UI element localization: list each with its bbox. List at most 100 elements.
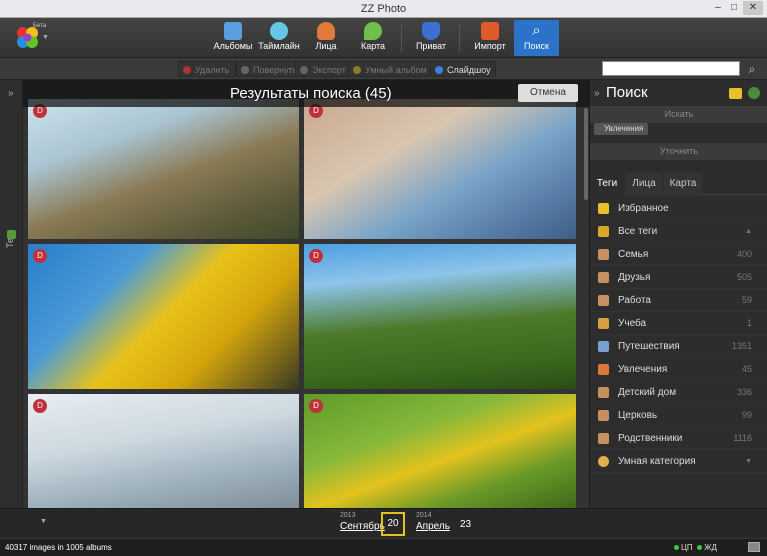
export-button[interactable]: Экспорт	[295, 61, 353, 77]
albums-icon	[224, 22, 242, 40]
chevron-down-icon[interactable]: ▼	[42, 34, 49, 41]
tag-row[interactable]: Друзья 505	[590, 266, 767, 289]
nav-label: Карта	[360, 41, 386, 51]
tag-row[interactable]: Церковь 99	[590, 404, 767, 427]
tag-icon	[598, 249, 609, 260]
search-panel-header: » Поиск	[590, 80, 767, 106]
search-chip[interactable]: Увлечения	[594, 123, 649, 135]
shield-icon	[422, 22, 440, 40]
search-icon[interactable]: ⌕	[744, 61, 760, 77]
slideshow-button[interactable]: Слайдшоу	[430, 61, 496, 77]
tag-icon	[598, 410, 609, 421]
photo-thumbnail[interactable]: D	[28, 244, 299, 389]
delete-button[interactable]: Удалить	[178, 61, 237, 77]
nav-import[interactable]: Импорт	[470, 20, 510, 56]
scrollbar[interactable]	[584, 108, 588, 200]
nav-private[interactable]: Приват	[412, 20, 450, 56]
beta-label: Бета	[33, 23, 47, 29]
photo-badge: D	[33, 399, 47, 413]
tab-faces[interactable]: Лица	[625, 173, 663, 195]
nav-timeline[interactable]: Таймлайн	[258, 20, 300, 56]
timeline-selected-day[interactable]: 20	[381, 512, 405, 536]
folder-icon[interactable]	[729, 88, 742, 99]
results-bar: Результаты поиска (45) Отмена	[23, 80, 589, 107]
hdd-status-icon	[697, 545, 703, 550]
tag-icon	[598, 364, 609, 375]
tag-icon	[7, 230, 16, 239]
photo-badge: D	[33, 249, 47, 263]
find-button[interactable]: Искать	[590, 106, 767, 123]
photo-thumbnail[interactable]: D	[304, 99, 576, 239]
tag-icon	[598, 272, 609, 283]
cancel-button[interactable]: Отмена	[518, 84, 578, 102]
maximize-button[interactable]: □	[727, 1, 741, 15]
star-icon	[598, 203, 609, 214]
title-bar: ZZ Photo	[0, 0, 767, 18]
tag-row[interactable]: Родственники 1116	[590, 427, 767, 450]
expand-icon[interactable]: »	[8, 88, 14, 99]
play-icon	[435, 66, 443, 74]
nav-label: Поиск	[524, 41, 549, 51]
tags-panel-tab[interactable]: Теги	[5, 208, 19, 248]
face-icon	[317, 22, 335, 40]
tag-row-all-tags[interactable]: Все теги ▲	[590, 220, 767, 243]
chevron-down-icon[interactable]: ▼	[40, 518, 47, 525]
nav-albums[interactable]: Альбомы	[212, 20, 254, 56]
nav-search[interactable]: ⌕ Поиск	[514, 20, 559, 56]
tag-row-favorites[interactable]: Избранное	[590, 197, 767, 220]
clock-icon	[270, 22, 288, 40]
export-icon	[300, 66, 308, 74]
main-toolbar: Бета ▼ Альбомы Таймлайн Лица Карта Прива…	[0, 18, 767, 58]
timeline-year: 2013	[340, 512, 356, 519]
tab-tags[interactable]: Теги	[590, 173, 624, 195]
close-button[interactable]: ✕	[743, 1, 763, 15]
tag-row-smart-category[interactable]: Умная категория ▼	[590, 450, 767, 473]
photo-thumbnail[interactable]: D	[28, 99, 299, 239]
delete-icon	[183, 66, 191, 74]
refine-button[interactable]: Уточнить	[590, 143, 767, 160]
timeline-bar: ▼ 2013 Сентябрь 20 2014 Апрель 23	[0, 508, 767, 538]
photo-badge: D	[309, 249, 323, 263]
search-panel-title: Поиск	[606, 84, 648, 101]
tag-row[interactable]: Увлечения 45	[590, 358, 767, 381]
results-title: Результаты поиска (45)	[230, 85, 392, 102]
tag-row[interactable]: Семья 400	[590, 243, 767, 266]
tag-row[interactable]: Детский дом 336	[590, 381, 767, 404]
nav-faces[interactable]: Лица	[310, 20, 342, 56]
search-panel: » Поиск Искать Увлечения Уточнить Теги Л…	[589, 80, 767, 508]
photo-grid: Результаты поиска (45) Отмена D D D D D …	[23, 80, 589, 508]
collapse-icon[interactable]: »	[594, 88, 600, 99]
tag-row[interactable]: Путешествия 1351	[590, 335, 767, 358]
nav-label: Лица	[315, 41, 337, 51]
chevron-down-icon[interactable]: ▼	[745, 450, 752, 473]
status-bar: 40317 images in 1005 albums ЦП ЖД	[0, 538, 767, 556]
app-title: ZZ Photo	[360, 3, 407, 15]
image-icon[interactable]	[748, 542, 760, 552]
photo-thumbnail[interactable]: D	[28, 394, 299, 508]
status-indicators: ЦП ЖД	[674, 539, 717, 556]
timeline-day[interactable]: 23	[460, 519, 471, 530]
nav-label: Альбомы	[213, 41, 253, 51]
photo-thumbnail[interactable]: D	[304, 244, 576, 389]
nav-label: Импорт	[474, 41, 506, 51]
chevron-up-icon[interactable]: ▲	[745, 220, 752, 243]
tag-row[interactable]: Учеба 1	[590, 312, 767, 335]
cpu-status-icon	[674, 545, 679, 550]
smart-album-button[interactable]: Умный альбом	[348, 61, 434, 77]
left-panel: » Теги	[0, 80, 23, 508]
timeline-year: 2014	[416, 512, 432, 519]
nav-map[interactable]: Карта	[356, 20, 390, 56]
rotate-icon	[241, 66, 249, 74]
folder-icon	[598, 226, 609, 237]
nav-label: Таймлайн	[258, 41, 300, 51]
photo-thumbnail[interactable]: D	[304, 394, 576, 508]
panel-tabs: Теги Лица Карта	[590, 173, 767, 195]
timeline-month[interactable]: Апрель	[416, 521, 450, 532]
settings-icon[interactable]	[748, 87, 760, 99]
photo-badge: D	[309, 399, 323, 413]
tag-row[interactable]: Работа 59	[590, 289, 767, 312]
tab-map[interactable]: Карта	[664, 173, 702, 195]
search-input[interactable]	[602, 61, 740, 76]
timeline-month[interactable]: Сентябрь	[340, 521, 385, 532]
minimize-button[interactable]: –	[711, 1, 725, 15]
